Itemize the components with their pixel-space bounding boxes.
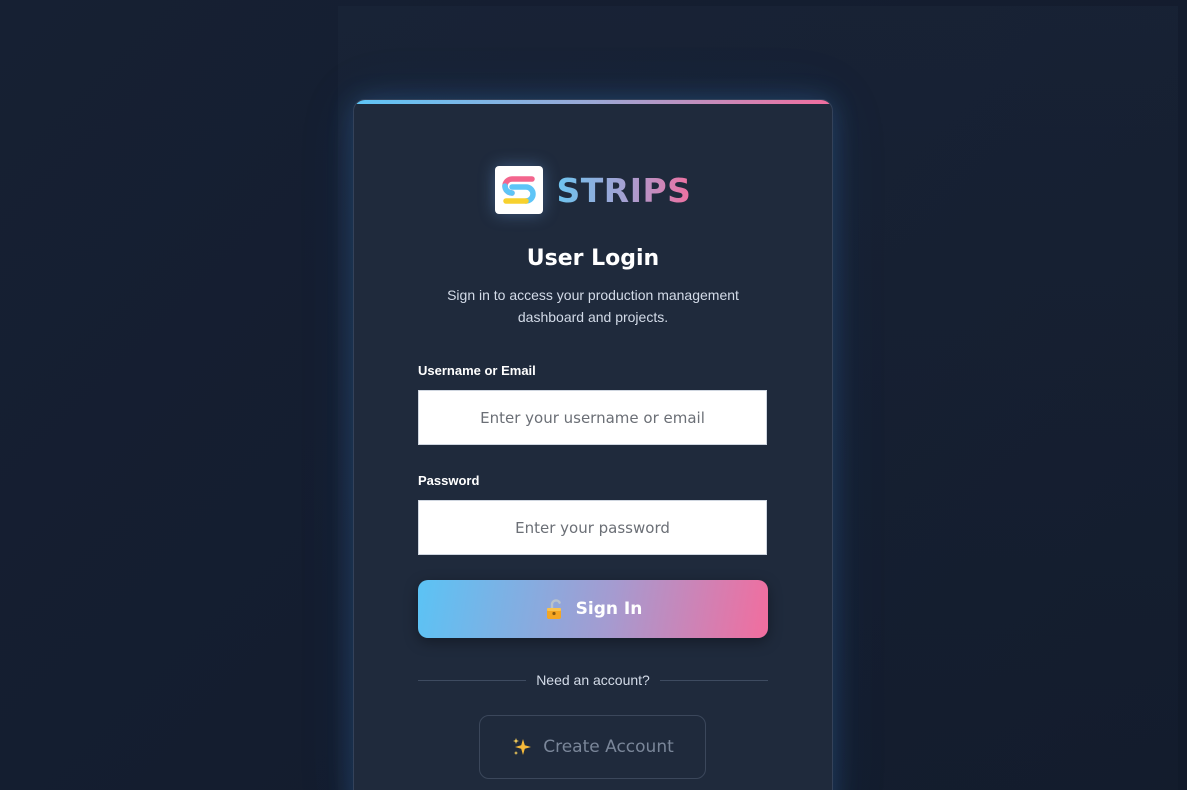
divider-text: Need an account? xyxy=(536,672,650,688)
username-label: Username or Email xyxy=(418,363,536,378)
unlock-icon xyxy=(546,599,561,619)
page-subtitle: Sign in to access your production manage… xyxy=(447,287,739,325)
username-input[interactable] xyxy=(418,390,767,445)
sign-in-button[interactable]: Sign In xyxy=(418,580,768,638)
strips-logo-icon xyxy=(501,176,536,204)
account-divider: Need an account? xyxy=(418,672,769,688)
password-input[interactable] xyxy=(418,500,767,555)
brand-name: STRIPS xyxy=(556,170,692,210)
sign-in-label: Sign In xyxy=(575,599,643,619)
sparkles-icon xyxy=(513,738,532,755)
divider-line-left xyxy=(418,679,527,681)
divider-line-right xyxy=(659,679,769,681)
card-gradient-bar xyxy=(354,100,832,104)
create-account-label: Create Account xyxy=(543,737,674,757)
create-account-button[interactable]: Create Account xyxy=(479,715,706,779)
password-label: Password xyxy=(418,473,480,488)
login-card: STRIPS User Login Sign in to access your… xyxy=(353,99,833,790)
page-title: User Login xyxy=(526,246,660,271)
strips-logo xyxy=(494,166,543,214)
page-background: STRIPS User Login Sign in to access your… xyxy=(0,0,1187,790)
brand-header: STRIPS xyxy=(354,166,832,214)
